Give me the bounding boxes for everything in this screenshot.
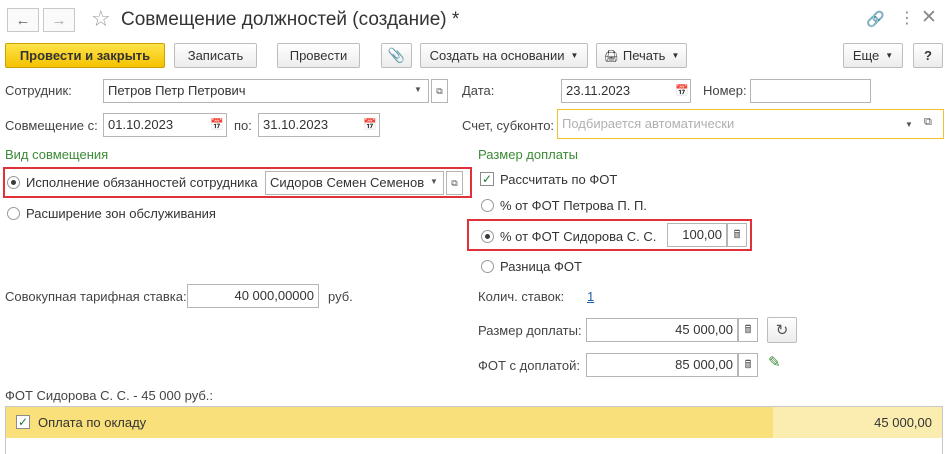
attach-button[interactable]: 📎 (381, 43, 412, 68)
paperclip-icon: 📎 (387, 47, 406, 63)
amount-calculator-button[interactable]: 🖩 (738, 318, 758, 342)
open-form-icon: ⧉ (436, 85, 443, 96)
surcharge-amount-label: Размер доплаты: (478, 323, 582, 338)
account-label: Счет, субконто: (462, 118, 555, 133)
option-zones-radio[interactable] (7, 207, 20, 220)
percent-calculator-button[interactable]: 🖩 (727, 223, 747, 247)
refresh-icon: ↻ (775, 322, 789, 339)
more-button[interactable]: Еще ▼ (843, 43, 903, 68)
account-field[interactable]: Подбирается автоматически (557, 109, 944, 139)
calendar-icon[interactable]: 📅 (210, 118, 224, 131)
dropdown-arrow-icon[interactable]: ▼ (905, 120, 913, 129)
employee-open-button[interactable]: ⧉ (431, 79, 448, 103)
date-field[interactable]: 23.11.2023 (561, 79, 691, 103)
surcharge-section-title: Размер доплаты (478, 147, 578, 162)
date-label: Дата: (462, 83, 495, 98)
option-petrov-label[interactable]: % от ФОТ Петрова П. П. (500, 198, 647, 214)
employee-field[interactable]: Петров Петр Петрович (103, 79, 429, 103)
edit-pencil-icon[interactable]: ✎ (768, 353, 781, 371)
create-based-on-button[interactable]: Создать на основании ▼ (420, 43, 588, 68)
open-form-icon: ⧉ (451, 177, 458, 188)
total-rate-label: Совокупная тарифная ставка: (5, 289, 187, 304)
row-checkbox[interactable]: ✓ (16, 415, 30, 429)
dropdown-arrow-icon: ▼ (570, 51, 579, 60)
print-label: Печать (622, 48, 666, 63)
table-caption: ФОТ Сидорова С. С. - 45 000 руб.: (5, 388, 214, 403)
calendar-icon[interactable]: 📅 (363, 118, 377, 131)
option-duties-radio[interactable] (7, 176, 20, 189)
favorite-star-icon[interactable]: ☆ (91, 7, 111, 31)
option-zones-label[interactable]: Расширение зон обслуживания (26, 206, 216, 222)
replaced-employee-field[interactable]: Сидоров Семен Семенов (265, 171, 444, 195)
option-petrov-radio[interactable] (481, 199, 494, 212)
fot-calculator-button[interactable]: 🖩 (738, 353, 758, 377)
arrow-right-icon: → (51, 11, 67, 29)
menu-dots-icon[interactable]: ⋮ (899, 8, 915, 28)
calendar-icon[interactable]: 📅 (675, 84, 689, 97)
number-field[interactable] (750, 79, 871, 103)
save-button[interactable]: Записать (174, 43, 257, 68)
option-duties-label[interactable]: Исполнение обязанностей сотрудника (26, 175, 258, 191)
open-form-icon[interactable]: ⧉ (924, 116, 932, 129)
printer-icon: 🖨 (603, 48, 619, 63)
row-amount: 45 000,00 (874, 415, 932, 430)
calculator-icon: 🖩 (744, 358, 752, 371)
option-sidorov-radio[interactable] (481, 230, 494, 243)
combine-from-label: Совмещение с: (5, 118, 98, 133)
rate-unit-label: руб. (328, 289, 353, 304)
combine-to-field[interactable]: 31.10.2023 (258, 113, 380, 137)
rates-count-link[interactable]: 1 (587, 289, 594, 305)
post-button[interactable]: Провести (277, 43, 360, 68)
fot-with-surcharge-field[interactable]: 85 000,00 (586, 353, 738, 377)
recalculate-button[interactable]: ↻ (767, 317, 797, 343)
percent-field[interactable]: 100,00 (667, 223, 727, 247)
dropdown-arrow-icon: ▼ (885, 51, 894, 60)
create-based-on-label: Создать на основании (429, 48, 565, 63)
dropdown-arrow-icon: ▼ (671, 51, 680, 60)
replaced-employee-open-button[interactable]: ⧉ (446, 171, 463, 195)
combine-from-field[interactable]: 01.10.2023 (103, 113, 227, 137)
combination-section-title: Вид совмещения (5, 147, 109, 162)
link-icon[interactable]: 🔗 (866, 10, 885, 28)
page-title: Совмещение должностей (создание) * (121, 9, 460, 30)
dropdown-arrow-icon[interactable]: ▼ (430, 177, 438, 186)
close-icon[interactable]: ✕ (921, 6, 937, 29)
forward-button[interactable]: → (43, 8, 75, 32)
option-sidorov-label[interactable]: % от ФОТ Сидорова С. С. (500, 229, 656, 245)
option-diff-radio[interactable] (481, 260, 494, 273)
rates-count-label: Колич. ставок: (478, 289, 565, 304)
calculator-icon: 🖩 (744, 323, 752, 336)
combine-to-label: по: (234, 118, 252, 133)
table-row[interactable]: ✓ Оплата по окладу 45 000,00 (6, 407, 942, 438)
back-button[interactable]: ← (7, 8, 39, 32)
option-diff-label[interactable]: Разница ФОТ (500, 259, 582, 275)
fot-with-surcharge-label: ФОТ с доплатой: (478, 358, 580, 373)
calculator-icon: 🖩 (733, 228, 741, 241)
number-label: Номер: (703, 83, 747, 98)
print-button[interactable]: 🖨 Печать ▼ (596, 43, 687, 68)
more-label: Еще (852, 48, 880, 63)
post-and-close-button[interactable]: Провести и закрыть (5, 43, 165, 68)
calc-by-fot-label[interactable]: Рассчитать по ФОТ (500, 172, 617, 188)
payments-table: ✓ Оплата по окладу 45 000,00 (5, 406, 943, 454)
employee-label: Сотрудник: (5, 83, 72, 98)
help-button[interactable]: ? (913, 43, 943, 68)
surcharge-amount-field[interactable]: 45 000,00 (586, 318, 738, 342)
total-rate-field[interactable]: 40 000,00000 (187, 284, 319, 308)
account-placeholder: Подбирается автоматически (562, 116, 735, 131)
calc-by-fot-checkbox[interactable]: ✓ (480, 172, 494, 186)
arrow-left-icon: ← (15, 11, 31, 29)
dropdown-arrow-icon[interactable]: ▼ (414, 85, 422, 94)
row-name: Оплата по окладу (38, 415, 147, 430)
